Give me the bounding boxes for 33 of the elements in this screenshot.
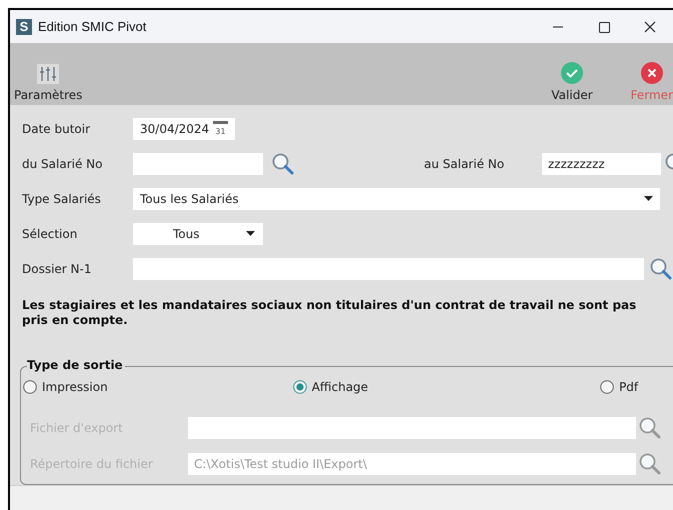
- field-label: Date butoir: [22, 120, 92, 138]
- option-label: Affichage: [312, 379, 368, 396]
- input-field[interactable]: [133, 258, 644, 280]
- close-circle-icon: [640, 62, 663, 84]
- notice-text: Les stagiaires et les mandataires sociaux non titulaires d'un contrat de travail ne sont pas pris en compte.: [21, 297, 638, 328]
- radio-button[interactable]: [292, 380, 307, 394]
- date-field[interactable]: 30/04/2024 31: [133, 118, 236, 140]
- search-icon[interactable]: [638, 416, 662, 440]
- dropdown[interactable]: Tous les Salariés: [133, 188, 660, 210]
- radio-button[interactable]: [23, 380, 37, 394]
- dropdown-caret-icon: [246, 231, 255, 236]
- input-field[interactable]: [133, 152, 263, 174]
- option-label: Pdf: [619, 379, 638, 396]
- parameters-button[interactable]: Paramètres: [14, 64, 82, 102]
- field-label: Sélection: [22, 226, 78, 242]
- field-label: Dossier N-1: [22, 260, 92, 278]
- field-label: du Salarié No: [22, 156, 104, 172]
- search-icon[interactable]: [271, 152, 295, 176]
- window-title: Edition SMIC Pivot: [38, 18, 146, 36]
- search-icon[interactable]: [638, 452, 662, 476]
- group-title: Type de sortie: [27, 358, 125, 372]
- app-logo-icon: S: [16, 18, 32, 34]
- field-label: au Salarié No: [424, 156, 506, 172]
- radio-button[interactable]: [600, 380, 614, 394]
- search-icon[interactable]: [649, 256, 673, 280]
- input-field[interactable]: zzzzzzzzz: [542, 152, 661, 174]
- field-label: Type Salariés: [22, 190, 102, 208]
- check-icon: [561, 62, 584, 84]
- sliders-icon: [37, 64, 60, 84]
- dropdown[interactable]: Tous: [133, 222, 263, 244]
- dropdown-caret-icon: [644, 196, 653, 201]
- validate-button[interactable]: Valider: [551, 62, 593, 102]
- option-label: Impression: [42, 379, 108, 396]
